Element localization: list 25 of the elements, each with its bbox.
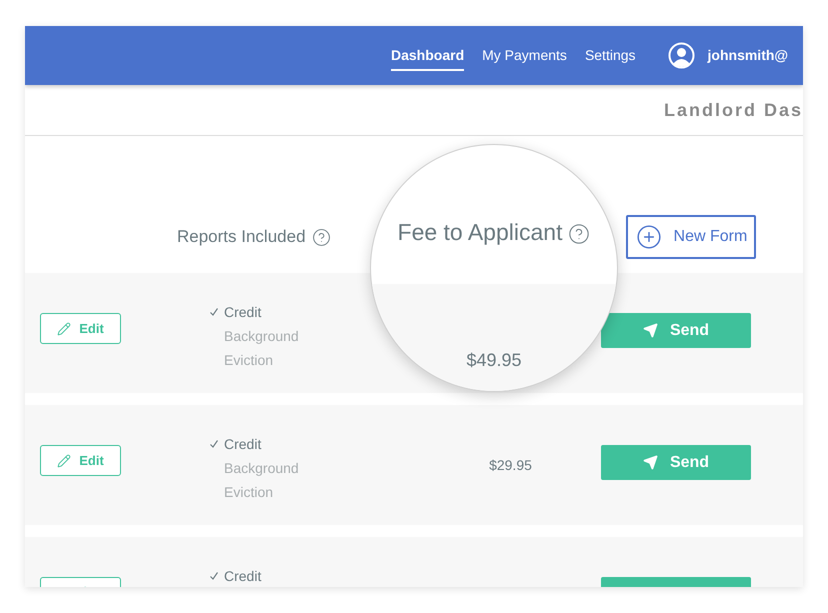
column-header: Reports Included [177,226,306,248]
new-form-button[interactable]: New Form [626,215,756,259]
report-label: Background [224,458,299,478]
report-label: Eviction [224,350,274,370]
report-label: Background [224,326,299,346]
fee-text: $29.95 [489,456,532,474]
report-label: Credit [224,434,262,454]
magnified-fee-text: $49.95 [466,349,522,372]
send-icon [642,455,658,470]
help-icon[interactable] [312,228,331,246]
nav-tab[interactable]: My Payments [482,40,567,71]
plus-circle-icon [636,224,662,250]
report-label: Eviction [224,482,274,502]
page-title: Landlord Das [664,98,803,122]
user-avatar-icon [668,42,695,69]
magnified-column-header: Fee to Applicant [398,218,562,247]
pencil-icon [57,454,72,468]
nav-tab[interactable]: Dashboard [391,40,464,71]
nav-tab[interactable]: Settings [584,40,636,71]
help-icon [568,223,590,245]
pencil-icon [57,322,72,336]
send-icon [642,323,658,338]
username: johnsmith@ [708,46,788,65]
report-label: Credit [224,302,262,322]
report-label: Credit [224,566,262,586]
